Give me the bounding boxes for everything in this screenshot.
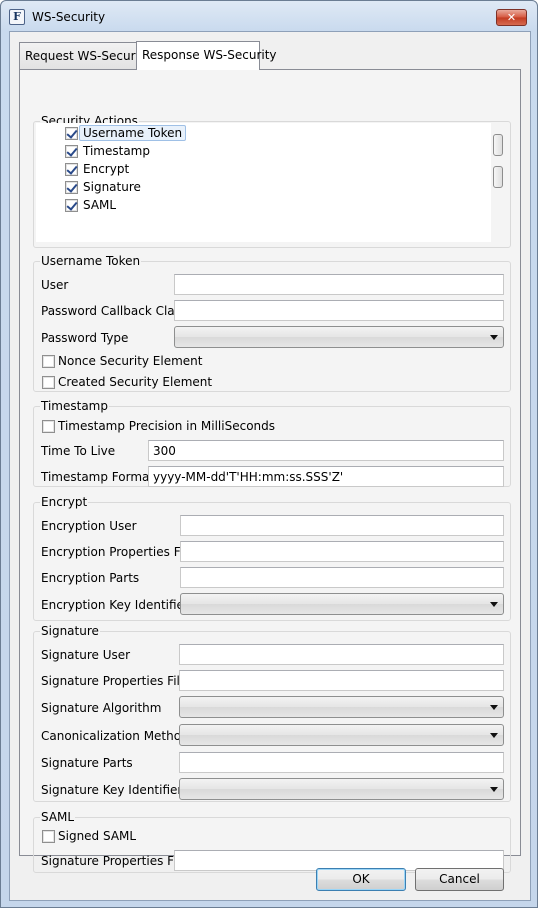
- tab-label: Request WS-Security: [25, 49, 151, 63]
- encryption-parts-input[interactable]: [180, 567, 504, 588]
- username-token-label[interactable]: Username Token: [79, 125, 187, 141]
- saml-signature-properties-file-label: Signature Properties File: [41, 854, 188, 868]
- app-icon: F: [9, 9, 25, 25]
- canonicalization-method-select[interactable]: [179, 724, 504, 746]
- timestamp-format-label: Timestamp Format: [41, 470, 155, 484]
- signature-properties-file-input[interactable]: [179, 670, 504, 691]
- password-type-select[interactable]: [174, 326, 504, 348]
- cancel-button[interactable]: Cancel: [415, 868, 504, 891]
- password-type-label: Password Type: [41, 331, 129, 345]
- close-button[interactable]: ✕: [496, 9, 527, 26]
- encryption-parts-label: Encryption Parts: [41, 571, 140, 585]
- signature-key-identifier-label: Signature Key Identifier: [41, 783, 183, 797]
- saml-title: SAML: [41, 810, 75, 824]
- chevron-down-icon: [490, 733, 498, 738]
- user-input[interactable]: [174, 274, 504, 295]
- title-bar[interactable]: F WS-Security ✕: [1, 1, 537, 31]
- dialog-body: Request WS-Security Response WS-Security…: [9, 31, 531, 901]
- tab-response-ws-security[interactable]: Response WS-Security: [136, 41, 277, 70]
- signature-user-label: Signature User: [41, 648, 131, 662]
- timestamp-action-label[interactable]: Timestamp: [83, 144, 150, 158]
- encrypt-action-label[interactable]: Encrypt: [83, 162, 129, 176]
- timestamp-precision-label[interactable]: Timestamp Precision in MilliSeconds: [58, 419, 275, 433]
- encrypt-title: Encrypt: [41, 495, 88, 509]
- timestamp-precision-checkbox[interactable]: [42, 420, 55, 433]
- signature-properties-file-label: Signature Properties File: [41, 674, 188, 688]
- time-to-live-input[interactable]: [148, 440, 504, 461]
- encryption-user-input[interactable]: [180, 515, 504, 536]
- list-scroll-up-thumb[interactable]: [493, 134, 503, 156]
- username-token-checkbox[interactable]: [65, 127, 78, 140]
- window-title: WS-Security: [32, 10, 106, 24]
- encryption-key-identifier-select[interactable]: [180, 593, 504, 615]
- chevron-down-icon: [490, 705, 498, 710]
- saml-action-label[interactable]: SAML: [83, 198, 116, 212]
- tab-label: Response WS-Security: [142, 48, 277, 62]
- ok-button[interactable]: OK: [316, 868, 406, 891]
- ws-security-dialog: F WS-Security ✕ Request WS-Security Resp…: [0, 0, 538, 908]
- timestamp-checkbox[interactable]: [65, 145, 78, 158]
- signature-algorithm-select[interactable]: [179, 696, 504, 718]
- created-security-element-label[interactable]: Created Security Element: [58, 375, 212, 389]
- timestamp-title: Timestamp: [41, 399, 108, 413]
- chevron-down-icon: [490, 335, 498, 340]
- signature-parts-input[interactable]: [179, 752, 504, 773]
- signature-checkbox[interactable]: [65, 181, 78, 194]
- signed-saml-label[interactable]: Signed SAML: [58, 829, 136, 843]
- password-callback-class-input[interactable]: [174, 300, 504, 321]
- nonce-security-element-label[interactable]: Nonce Security Element: [58, 354, 203, 368]
- created-security-element-checkbox[interactable]: [42, 376, 55, 389]
- encryption-key-identifier-label: Encryption Key Identifier: [41, 598, 189, 612]
- canonicalization-method-label: Canonicalization Method: [41, 729, 189, 743]
- timestamp-format-input[interactable]: [148, 466, 504, 487]
- encryption-user-label: Encryption User: [41, 519, 137, 533]
- signed-saml-checkbox[interactable]: [42, 830, 55, 843]
- response-ws-security-panel: Security Actions Username Token Timestam…: [19, 69, 521, 873]
- encryption-properties-file-label: Encryption Properties File: [41, 545, 194, 559]
- chevron-down-icon: [490, 787, 498, 792]
- encrypt-checkbox[interactable]: [65, 163, 78, 176]
- encryption-properties-file-input[interactable]: [180, 541, 504, 562]
- signature-title: Signature: [41, 624, 99, 638]
- password-callback-class-label: Password Callback Class: [41, 304, 188, 318]
- time-to-live-label: Time To Live: [41, 444, 116, 458]
- chevron-down-icon: [490, 602, 498, 607]
- nonce-security-element-checkbox[interactable]: [42, 355, 55, 368]
- signature-key-identifier-select[interactable]: [179, 778, 504, 800]
- list-scroll-down-thumb[interactable]: [493, 166, 503, 188]
- username-token-title: Username Token: [41, 254, 141, 268]
- signature-algorithm-label: Signature Algorithm: [41, 701, 162, 715]
- tab-request-ws-security[interactable]: Request WS-Security: [19, 42, 151, 69]
- saml-checkbox[interactable]: [65, 199, 78, 212]
- signature-parts-label: Signature Parts: [41, 756, 133, 770]
- user-label: User: [41, 278, 69, 292]
- signature-action-label[interactable]: Signature: [83, 180, 141, 194]
- signature-user-input[interactable]: [179, 644, 504, 665]
